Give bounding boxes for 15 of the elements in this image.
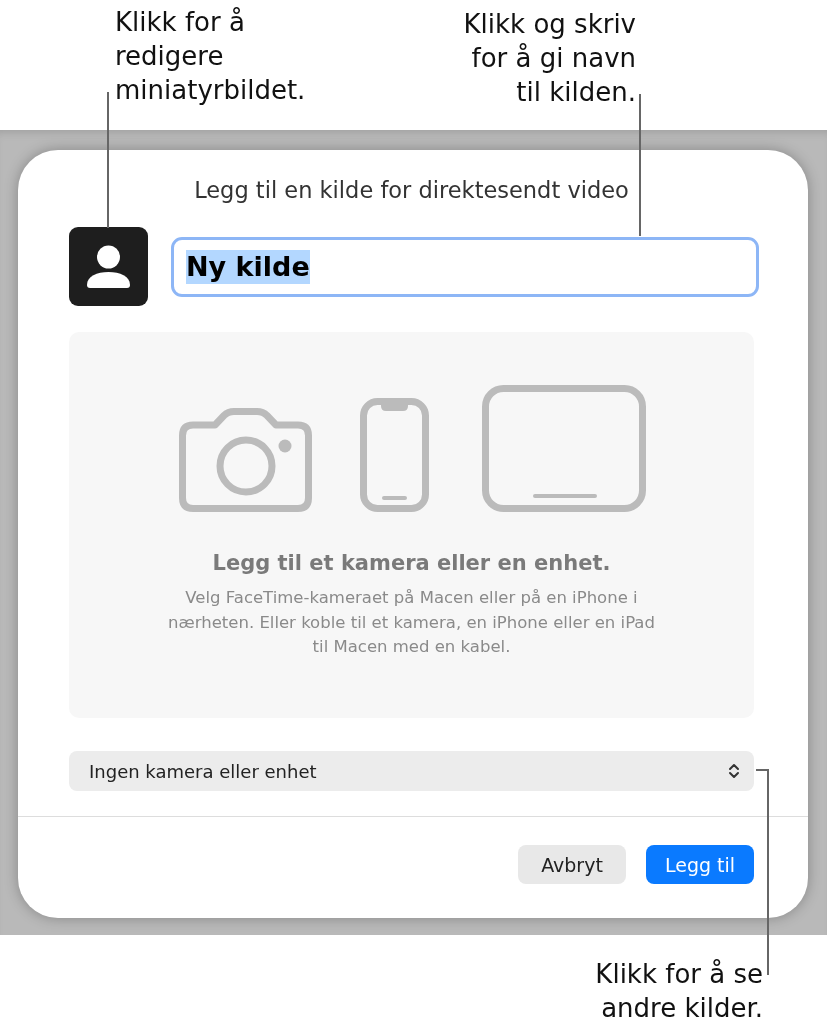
panel-heading: Legg til et kamera eller en enhet. xyxy=(212,550,611,577)
tablet-icon xyxy=(482,385,646,512)
cancel-button[interactable]: Avbryt xyxy=(518,845,626,884)
callout-text: Klikk for å se andre kilder. xyxy=(595,958,763,1025)
panel-description: Velg FaceTime-kameraet på Macen eller på en iPhone i nærheten. Eller koble til et kamera, en iPhone eller en iPad til Macen med en kabel. xyxy=(168,587,655,658)
phone-icon xyxy=(360,398,429,512)
camera-icon xyxy=(179,408,312,512)
callout-text: Klikk for å redigere miniatyrbildet. xyxy=(115,6,306,107)
dialog-title: Legg til en kilde for direktesendt video xyxy=(193,176,630,204)
name-field[interactable]: Ny kilde xyxy=(171,236,759,297)
add-button[interactable]: Legg til xyxy=(646,845,754,884)
source-popup[interactable]: Ingen kamera eller enhet xyxy=(69,751,754,791)
chevron-updown-icon xyxy=(728,762,740,780)
callout-text: Klikk og skriv for å gi navn til kilden. xyxy=(463,8,636,109)
person-icon[interactable] xyxy=(69,227,148,306)
